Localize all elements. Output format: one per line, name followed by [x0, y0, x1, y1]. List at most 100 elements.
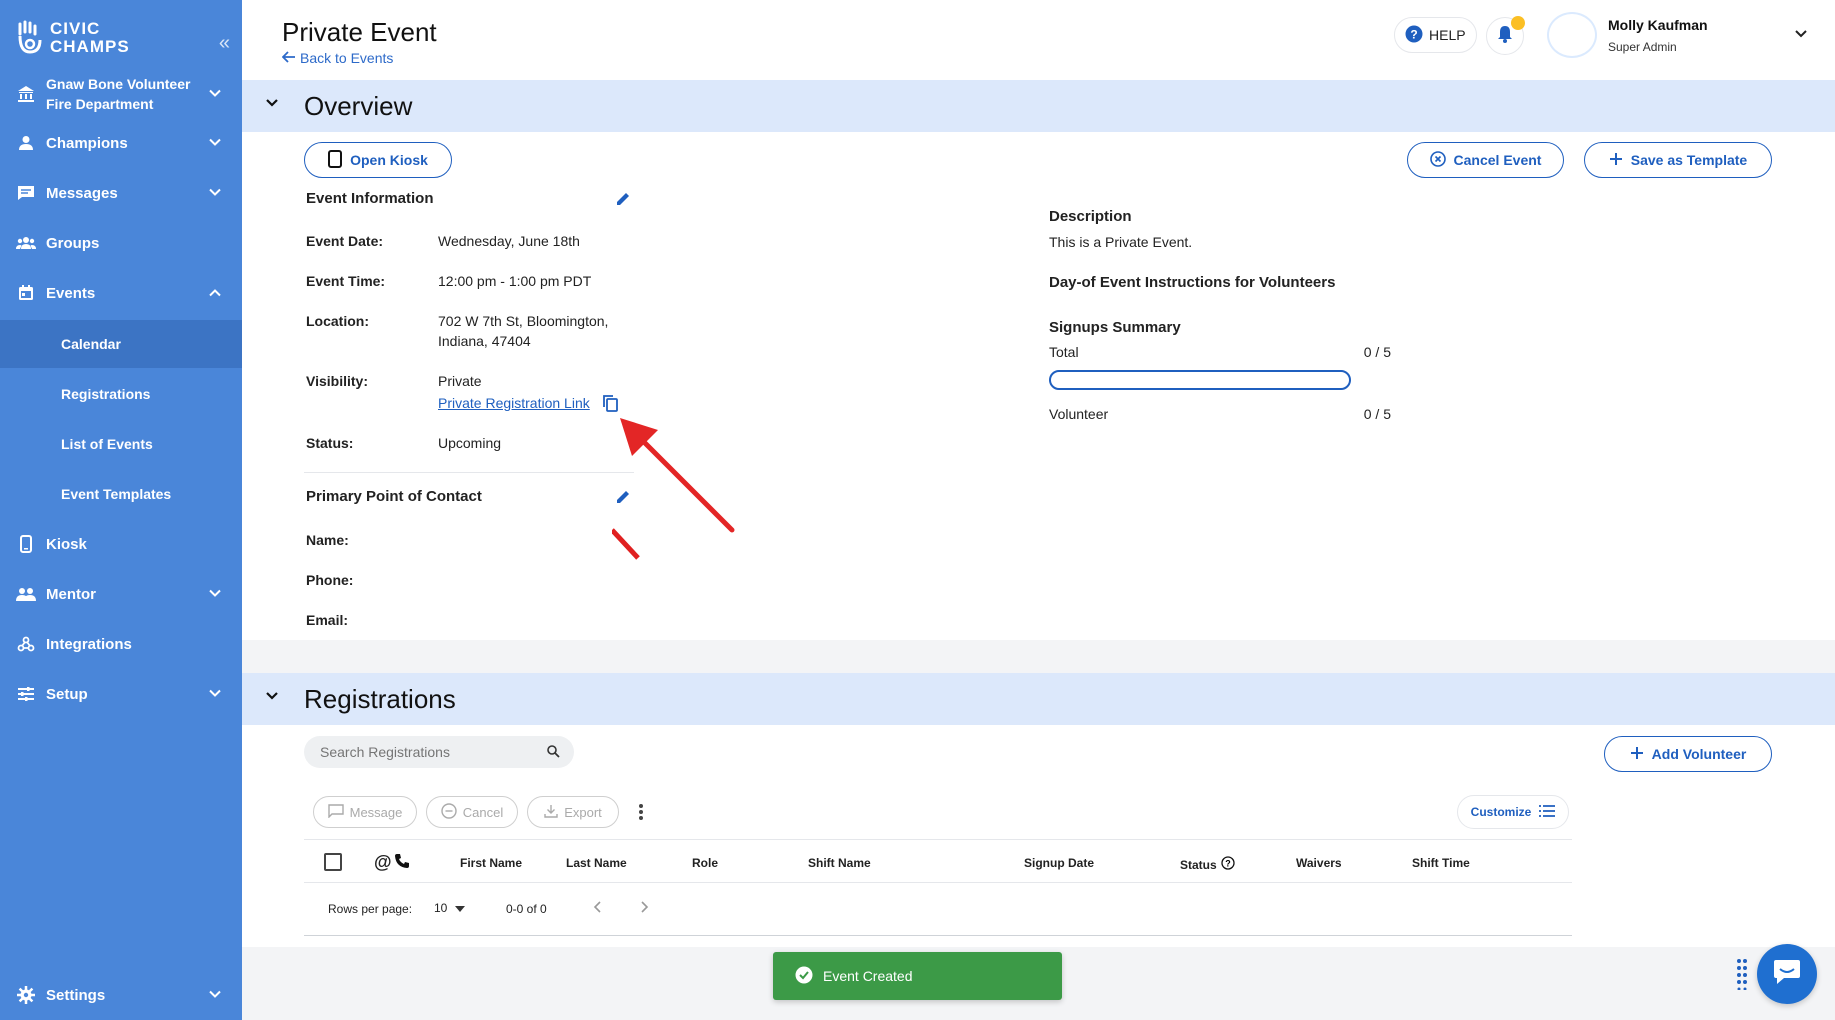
person-icon — [16, 133, 36, 153]
chevron-down-icon — [208, 135, 222, 152]
divider — [304, 839, 1572, 840]
add-volunteer-button[interactable]: Add Volunteer — [1604, 736, 1772, 772]
arrow-left-icon — [281, 50, 296, 66]
sidebar-item-setup[interactable]: Setup — [0, 674, 242, 714]
sidebar-subitem-event-templates[interactable]: Event Templates — [0, 470, 242, 518]
back-to-events-link[interactable]: Back to Events — [281, 50, 394, 66]
cancel-button[interactable]: Cancel — [426, 796, 518, 828]
export-button[interactable]: Export — [527, 796, 619, 828]
overview-header[interactable]: Overview — [242, 80, 1835, 132]
notifications-button[interactable] — [1486, 16, 1525, 55]
column-header-role[interactable]: Role — [692, 856, 718, 870]
top-header: Private Event Back to Events ? HELP Moll… — [242, 0, 1835, 80]
event-time-value: 12:00 pm - 1:00 pm PDT — [438, 273, 592, 289]
more-vertical-icon[interactable] — [638, 803, 644, 826]
sidebar-subitem-registrations[interactable]: Registrations — [0, 370, 242, 418]
groups-icon — [16, 233, 36, 253]
sidebar-item-events[interactable]: Events — [0, 273, 242, 313]
add-volunteer-label: Add Volunteer — [1651, 746, 1747, 762]
divider — [304, 882, 1572, 883]
registrations-header[interactable]: Registrations — [242, 673, 1835, 725]
collapse-sidebar-icon[interactable]: « — [219, 32, 230, 55]
private-registration-link[interactable]: Private Registration Link — [438, 395, 590, 411]
chevron-down-icon — [208, 185, 222, 202]
divider — [304, 472, 634, 473]
column-header-status[interactable]: Status ? — [1180, 856, 1235, 873]
sidebar-item-settings[interactable]: Settings — [0, 975, 242, 1015]
select-all-checkbox[interactable] — [324, 853, 342, 871]
search-registrations[interactable] — [304, 736, 574, 768]
avatar[interactable] — [1547, 12, 1597, 58]
contact-method-header: @ — [374, 853, 410, 874]
sidebar-item-label: Integrations — [46, 635, 132, 653]
cancel-event-button[interactable]: Cancel Event — [1407, 142, 1564, 178]
message-button[interactable]: Message — [313, 796, 417, 828]
column-header-waivers[interactable]: Waivers — [1296, 856, 1342, 870]
column-header-last-name[interactable]: Last Name — [566, 856, 627, 870]
sidebar-item-label: Champions — [46, 134, 128, 152]
contact-email-label: Email: — [306, 612, 349, 628]
section-title: Overview — [304, 90, 413, 121]
column-header-shift-time[interactable]: Shift Time — [1412, 856, 1470, 870]
total-label: Total — [1049, 344, 1079, 360]
sidebar-item-champions[interactable]: Champions — [0, 123, 242, 163]
plus-icon — [1609, 152, 1623, 169]
integrations-icon — [16, 634, 36, 654]
rows-per-page-label: Rows per page: — [328, 902, 413, 916]
help-button[interactable]: ? HELP — [1394, 17, 1477, 53]
sidebar-subitem-label: Registrations — [61, 386, 151, 402]
check-circle-icon — [795, 966, 813, 987]
chevron-left-icon[interactable] — [592, 900, 602, 919]
status-value: Upcoming — [438, 435, 502, 451]
org-selector[interactable]: Gnaw Bone Volunteer Fire Department — [0, 72, 242, 116]
description-text: This is a Private Event. — [1049, 234, 1193, 250]
save-as-template-button[interactable]: Save as Template — [1584, 142, 1772, 178]
column-header-shift-name[interactable]: Shift Name — [808, 856, 871, 870]
chevron-right-icon[interactable] — [640, 900, 650, 919]
contact-phone-label: Phone: — [306, 572, 354, 588]
chevron-down-icon[interactable] — [264, 96, 280, 114]
back-link-label: Back to Events — [300, 50, 394, 66]
cancel-circle-icon — [1429, 150, 1446, 170]
volunteer-value: 0 / 5 — [1363, 406, 1391, 422]
drag-handle-icon[interactable] — [1736, 958, 1748, 995]
tablet-icon — [16, 534, 36, 554]
chevron-down-icon[interactable] — [1794, 26, 1808, 44]
sidebar-item-label: Kiosk — [46, 535, 87, 553]
section-title: Registrations — [304, 683, 456, 714]
sidebar-item-groups[interactable]: Groups — [0, 223, 242, 263]
message-icon — [16, 183, 36, 203]
civic-champs-logo[interactable]: CIVIC CHAMPS — [16, 20, 130, 56]
customize-button[interactable]: Customize — [1457, 795, 1569, 829]
location-label: Location: — [306, 313, 369, 329]
minus-circle-icon — [441, 802, 457, 822]
sidebar-item-kiosk[interactable]: Kiosk — [0, 524, 242, 564]
location-line-2: Indiana, 47404 — [438, 333, 531, 349]
at-sign-icon: @ — [374, 852, 392, 872]
chevron-down-icon[interactable] — [264, 689, 280, 707]
rows-per-page-value: 10 — [434, 901, 448, 915]
sidebar-item-integrations[interactable]: Integrations — [0, 624, 242, 664]
chat-support-button[interactable] — [1757, 944, 1817, 1004]
instructions-title: Day-of Event Instructions for Volunteers — [1049, 274, 1336, 291]
sidebar: CIVIC CHAMPS « Gnaw Bone Volunteer Fire … — [0, 0, 242, 1020]
edit-event-info-icon[interactable] — [615, 191, 631, 212]
total-value: 0 / 5 — [1363, 344, 1391, 360]
column-header-first-name[interactable]: First Name — [460, 856, 522, 870]
rows-per-page-select[interactable]: 10 — [434, 901, 466, 915]
sidebar-subitem-calendar[interactable]: Calendar — [0, 320, 242, 368]
sidebar-item-messages[interactable]: Messages — [0, 173, 242, 213]
status-label: Status: — [306, 435, 354, 451]
question-circle-icon: ? — [1405, 25, 1423, 46]
sidebar-subitem-list-of-events[interactable]: List of Events — [0, 420, 242, 468]
download-icon — [544, 804, 558, 821]
list-icon — [1539, 804, 1556, 820]
user-role: Super Admin — [1608, 40, 1677, 54]
column-header-signup-date[interactable]: Signup Date — [1024, 856, 1094, 870]
chevron-down-icon — [208, 86, 222, 103]
sidebar-item-mentor[interactable]: Mentor — [0, 574, 242, 614]
open-kiosk-button[interactable]: Open Kiosk — [304, 142, 452, 178]
sidebar-subitem-label: List of Events — [61, 436, 153, 452]
description-title: Description — [1049, 208, 1132, 225]
search-input[interactable] — [320, 744, 530, 760]
